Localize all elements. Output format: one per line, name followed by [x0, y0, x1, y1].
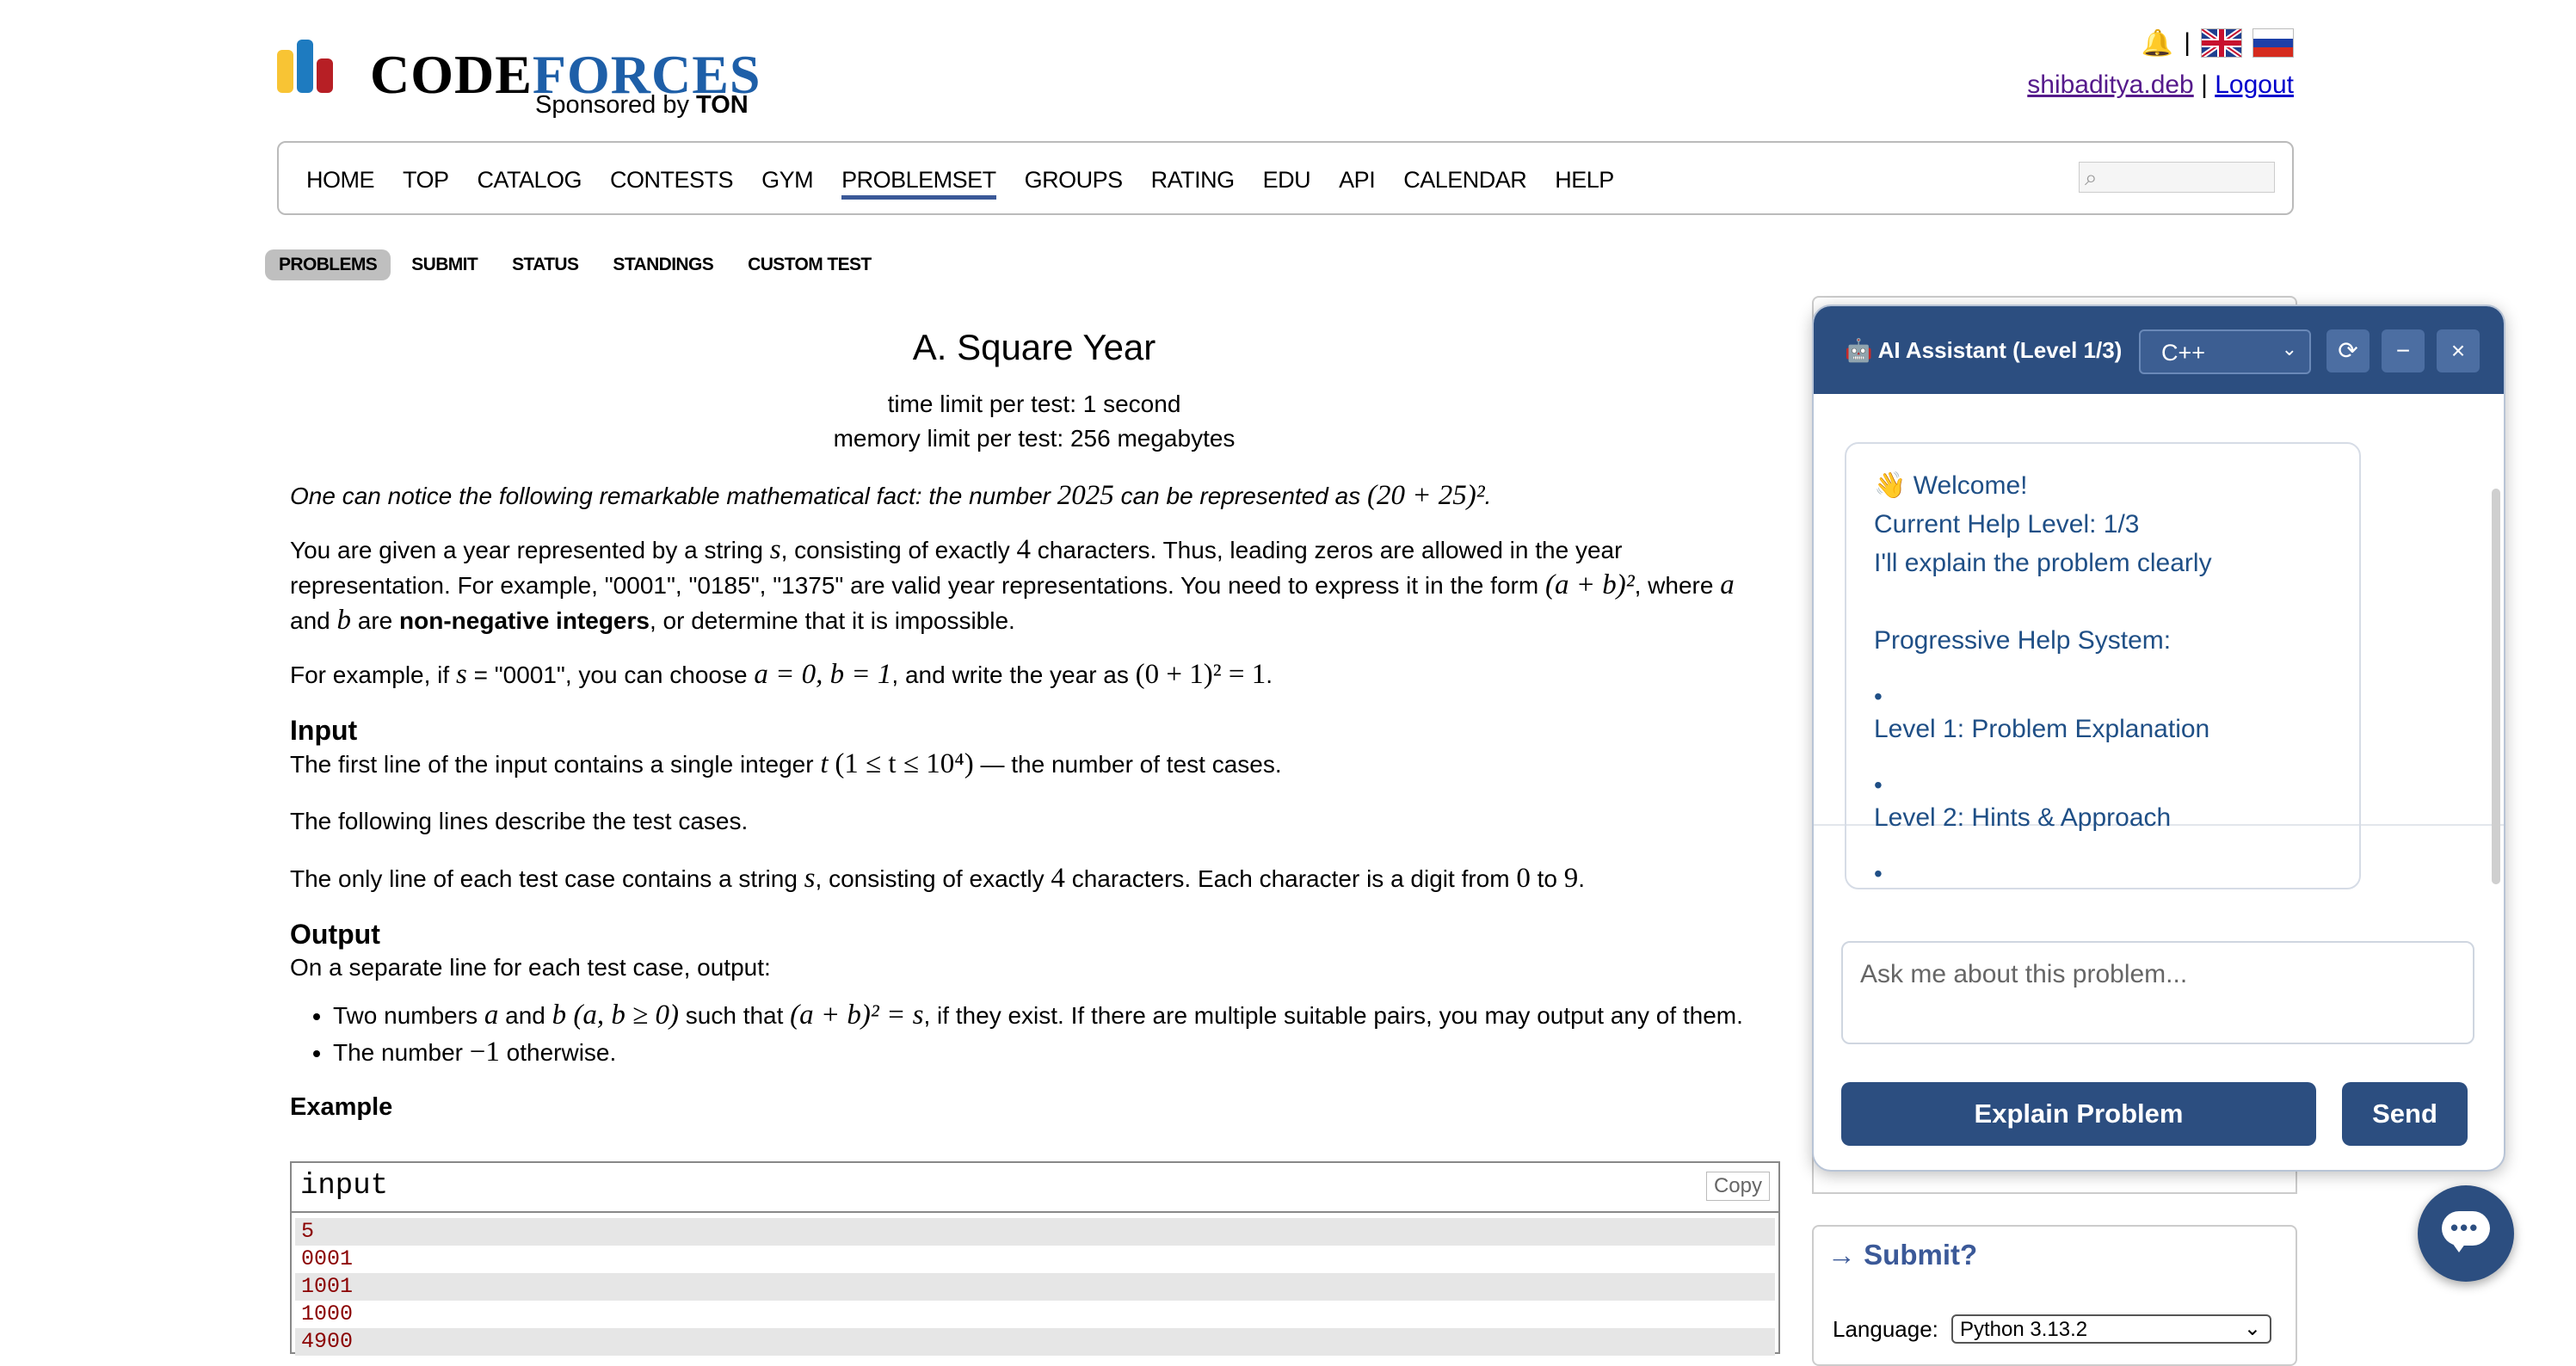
send-button[interactable]: Send [2342, 1082, 2468, 1146]
output-section-title: Output [290, 919, 380, 950]
sponsor-line: Sponsored by TON [535, 91, 749, 119]
example-line: 4900 [295, 1328, 1775, 1356]
profile-link[interactable]: shibaditya.deb [2027, 71, 2193, 99]
close-icon[interactable]: × [2437, 329, 2480, 372]
help-level-text: Current Help Level: 1/3 [1874, 510, 2140, 538]
problem-statement: A. Square Year time limit per test: 1 se… [290, 323, 1778, 1122]
header-user-area: 🔔 | shibaditya.deb | Logout [2027, 26, 2294, 100]
example-line: 1001 [295, 1273, 1775, 1301]
nav-catalog[interactable]: CATALOG [478, 167, 582, 200]
subnav-submit[interactable]: SUBMIT [397, 249, 491, 280]
output-paragraph: On a separate line for each test case, o… [290, 954, 771, 981]
nav-groups[interactable]: GROUPS [1025, 167, 1124, 200]
input-paragraph: The following lines describe the test ca… [290, 808, 749, 834]
nav-home[interactable]: HOME [306, 167, 375, 200]
nav-top[interactable]: TOP [403, 167, 449, 200]
nav-rating[interactable]: RATING [1151, 167, 1236, 200]
memory-limit: memory limit per test: 256 megabytes [833, 425, 1236, 452]
nav-gym[interactable]: GYM [761, 167, 814, 200]
submit-box: → Submit? Language: Python 3.13.2 ⌄ [1812, 1225, 2297, 1366]
refresh-icon[interactable]: ⟳ [2326, 329, 2370, 372]
input-section-title: Input [290, 715, 358, 746]
bell-icon[interactable]: 🔔 [2142, 28, 2173, 58]
main-navigation: HOME TOP CATALOG CONTESTS GYM PROBLEMSET… [277, 141, 2294, 215]
language-label: Language: [1833, 1316, 1938, 1342]
bullet: • [1874, 772, 1883, 798]
chevron-down-icon: ⌄ [2243, 1317, 2261, 1340]
example-title: Example [290, 1093, 393, 1121]
chat-toggle-button[interactable]: ••• [2418, 1185, 2514, 1282]
subnav-custom-test[interactable]: CUSTOM TEST [734, 249, 885, 280]
subnav-standings[interactable]: STANDINGS [599, 249, 727, 280]
submit-title[interactable]: → Submit? [1827, 1239, 1977, 1271]
list-item: Two numbers a and b (a, b ≥ 0) such that… [333, 997, 1778, 1034]
level-1-text: Level 1: Problem Explanation [1874, 715, 2210, 743]
language-select[interactable]: Python 3.13.2 ⌄ [1951, 1314, 2271, 1344]
ai-assistant-panel: 🤖 AI Assistant (Level 1/3) C++ ⌄ ⟳ − × 👋… [1812, 305, 2505, 1172]
example-input-label: input [300, 1170, 389, 1203]
example-line: 1000 [301, 1301, 354, 1326]
intro-paragraph: One can notice the following remarkable … [290, 480, 1492, 511]
bullet: • [1874, 860, 1883, 887]
ai-message-bubble: 👋 Welcome! Current Help Level: 1/3 I'll … [1845, 442, 2361, 889]
example-paragraph: For example, if s = "0001", you can choo… [290, 659, 1273, 690]
nav-edu[interactable]: EDU [1263, 167, 1311, 200]
ai-question-input[interactable]: Ask me about this problem... [1841, 941, 2474, 1044]
problem-title: A. Square Year [912, 327, 1156, 367]
example-line: 5 [295, 1218, 1775, 1246]
copy-button[interactable]: Copy [1705, 1172, 1770, 1201]
example-line: 0001 [301, 1246, 354, 1271]
explain-problem-button[interactable]: Explain Problem [1841, 1082, 2316, 1146]
subnav-problems[interactable]: PROBLEMS [265, 249, 391, 280]
output-list: Two numbers a and b (a, b ≥ 0) such that… [290, 997, 1778, 1071]
minimize-icon[interactable]: − [2382, 329, 2425, 372]
subnav-status[interactable]: STATUS [498, 249, 592, 280]
nav-contests[interactable]: CONTESTS [610, 167, 734, 200]
ai-chat-area[interactable]: 👋 Welcome! Current Help Level: 1/3 I'll … [1814, 394, 2504, 889]
level-2-text: Level 2: Hints & Approach [1874, 803, 2172, 832]
statement-paragraph: You are given a year represented by a st… [290, 534, 1735, 636]
list-item: The number −1 otherwise. [333, 1034, 1778, 1071]
separator: | [2184, 28, 2191, 57]
help-system-title: Progressive Help System: [1874, 626, 2172, 655]
ai-language-select[interactable]: C++ ⌄ [2139, 329, 2311, 374]
time-limit: time limit per test: 1 second [887, 391, 1181, 417]
codeforces-logo[interactable]: CODEFORCES Sponsored by TON [277, 40, 761, 126]
nav-calendar[interactable]: CALENDAR [1403, 167, 1527, 200]
ai-chat-scrollbar[interactable] [2492, 489, 2500, 884]
problemset-subnav: PROBLEMS SUBMIT STATUS STANDINGS CUSTOM … [265, 249, 885, 280]
chevron-down-icon: ⌄ [2281, 338, 2297, 360]
logout-link[interactable]: Logout [2215, 71, 2294, 99]
explain-text: I'll explain the problem clearly [1874, 549, 2212, 577]
english-flag-icon[interactable] [2201, 28, 2242, 58]
input-paragraph: The first line of the input contains a s… [290, 748, 1282, 779]
search-icon: ⌕ [2085, 164, 2098, 190]
ai-assistant-header[interactable]: 🤖 AI Assistant (Level 1/3) C++ ⌄ ⟳ − × [1814, 306, 2504, 394]
input-paragraph: The only line of each test case contains… [290, 863, 1586, 894]
separator: | [2201, 71, 2208, 99]
russian-flag-icon[interactable] [2252, 28, 2294, 58]
nav-help[interactable]: HELP [1555, 167, 1614, 200]
welcome-text: 👋 Welcome! [1874, 471, 2028, 500]
search-input[interactable]: ⌕ [2079, 162, 2275, 193]
nav-api[interactable]: API [1339, 167, 1376, 200]
ai-assistant-title: 🤖 AI Assistant (Level 1/3) [1845, 337, 2123, 363]
example-input-box: input Copy 5 0001 1001 1000 4900 [290, 1161, 1780, 1356]
bullet: • [1874, 683, 1883, 710]
nav-problemset[interactable]: PROBLEMSET [841, 167, 996, 200]
